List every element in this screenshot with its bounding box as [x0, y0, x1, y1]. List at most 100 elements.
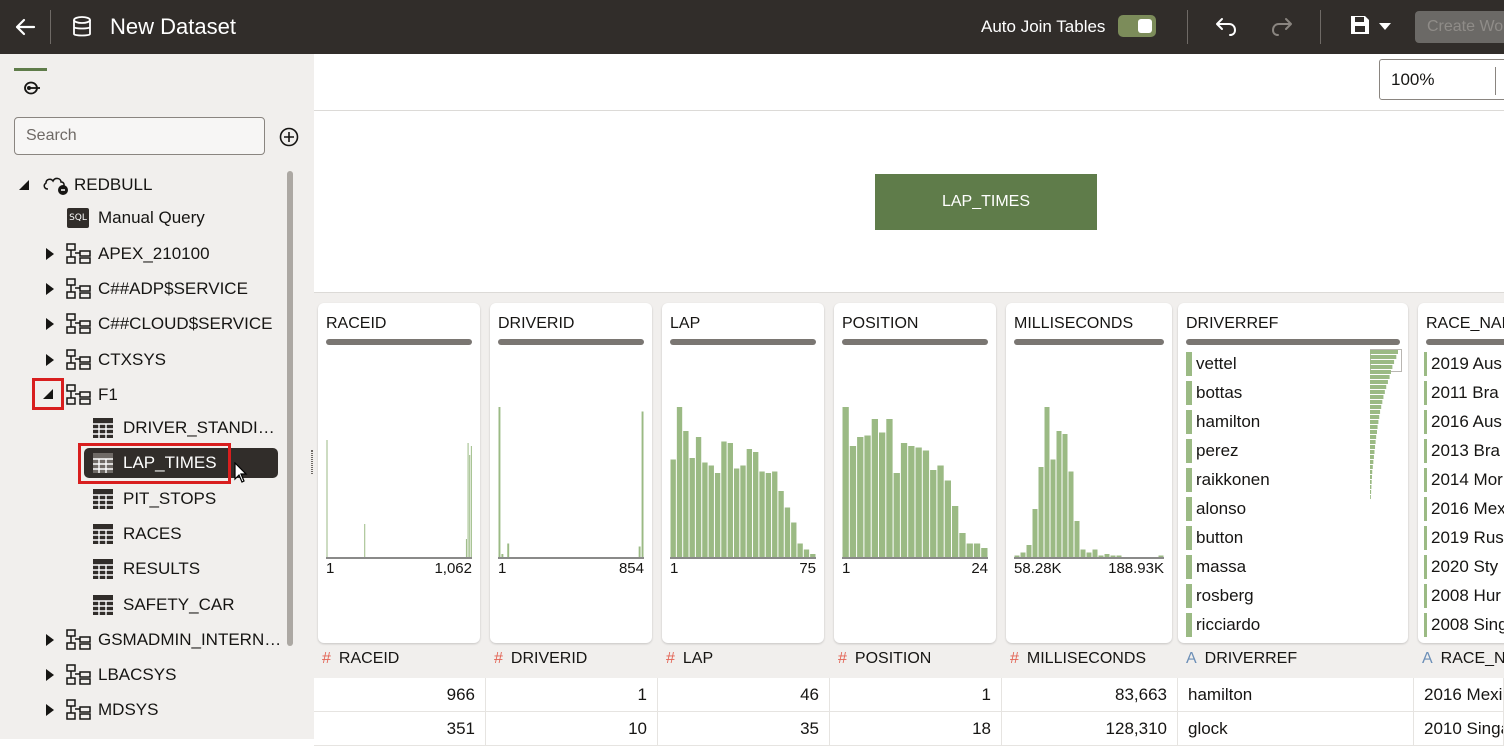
histogram-bar: [959, 533, 966, 557]
column-profile-position[interactable]: POSITION 1 24: [834, 303, 996, 643]
column-profile-milliseconds[interactable]: MILLISECONDS 58.28K 188.93K: [1006, 303, 1172, 643]
column-header-position[interactable]: # POSITION: [830, 641, 1002, 677]
value-list-item[interactable]: massa: [1186, 554, 1246, 580]
table-row[interactable]: 966 1 46 1 83,663 hamilton 2016 Mexi: [314, 678, 1504, 712]
tree-item-table[interactable]: RESULTS: [123, 554, 200, 584]
column-profile-race-name[interactable]: RACE_NAM 2019 Aus 2011 Bra 2016 Aus 2013 Bra…: [1418, 303, 1504, 643]
column-header-lap[interactable]: # LAP: [658, 641, 830, 677]
tree-item-table[interactable]: PIT_STOPS: [123, 484, 216, 514]
panel-splitter[interactable]: [311, 450, 313, 474]
column-header-race-name[interactable]: A RACE_N: [1414, 641, 1504, 677]
value-list-item[interactable]: ricciardo: [1186, 612, 1260, 638]
expand-triangle-icon[interactable]: [43, 247, 57, 261]
table-cell-driverid[interactable]: 1: [486, 678, 658, 712]
table-cell-position[interactable]: 18: [830, 712, 1002, 746]
value-list-item[interactable]: alonso: [1186, 496, 1246, 522]
column-header-driverref[interactable]: A DRIVERREF: [1178, 641, 1414, 677]
table-cell-raceid[interactable]: 966: [314, 678, 486, 712]
create-workbook-button[interactable]: Create Wo: [1415, 11, 1504, 43]
histogram-bar: [1098, 555, 1104, 557]
value-list-item[interactable]: 2008 Sing: [1424, 612, 1504, 638]
value-list-item[interactable]: 2013 Bra: [1424, 438, 1500, 464]
column-profile-raceid[interactable]: RACEID 1 1,062: [318, 303, 480, 643]
histogram-bar: [469, 455, 471, 557]
expand-triangle-icon[interactable]: [43, 633, 57, 647]
histogram-bar: [922, 450, 930, 557]
value-list-item[interactable]: 2008 Hur: [1424, 583, 1501, 609]
redo-icon[interactable]: [1270, 15, 1294, 37]
tree-item-manual-query[interactable]: Manual Query: [98, 203, 205, 233]
value-list-item[interactable]: 2019 Rus: [1424, 525, 1504, 551]
value-list-item[interactable]: raikkonen: [1186, 467, 1270, 493]
frequency-marker: [1186, 497, 1192, 521]
tree-item-table[interactable]: SAFETY_CAR: [123, 590, 234, 620]
expand-triangle-icon[interactable]: [43, 282, 57, 296]
chevron-down-icon[interactable]: [1378, 22, 1392, 32]
value-list-item[interactable]: 2019 Aus: [1424, 351, 1502, 377]
expand-triangle-icon[interactable]: [43, 703, 57, 717]
table-cell-driverid[interactable]: 10: [486, 712, 658, 746]
add-icon[interactable]: [279, 127, 299, 147]
table-cell-position[interactable]: 1: [830, 678, 1002, 712]
table-node-lap-times[interactable]: LAP_TIMES: [875, 174, 1097, 230]
histogram-bar: [670, 459, 676, 557]
tree-scrollbar[interactable]: [287, 171, 293, 646]
column-name: RACE_NAM: [1426, 315, 1504, 332]
table-cell-race-name[interactable]: 2010 Singa: [1414, 712, 1504, 746]
value-list-item[interactable]: 2014 Mor: [1424, 467, 1503, 493]
tree-item-schema[interactable]: C##CLOUD$SERVICE: [98, 309, 272, 339]
frequency-marker: [1424, 439, 1427, 463]
tree-item-schema[interactable]: MDSYS: [98, 695, 158, 725]
column-header-milliseconds[interactable]: # MILLISECONDS: [1002, 641, 1174, 677]
zoom-input[interactable]: 100%: [1379, 59, 1504, 100]
connections-tab-icon[interactable]: [22, 80, 42, 96]
value-list-item[interactable]: perez: [1186, 438, 1239, 464]
search-input[interactable]: Search: [14, 117, 265, 155]
value-list-item[interactable]: rosberg: [1186, 583, 1254, 609]
value-list-item[interactable]: bottas: [1186, 380, 1242, 406]
value-list-item[interactable]: 2016 Aus: [1424, 409, 1502, 435]
column-profile-driverid[interactable]: DRIVERID 1 854: [490, 303, 652, 643]
histogram-bar: [857, 437, 864, 557]
tree-item-connection[interactable]: REDBULL: [74, 170, 152, 200]
save-icon[interactable]: [1349, 14, 1371, 36]
table-cell-lap[interactable]: 35: [658, 712, 830, 746]
tree-item-table[interactable]: RACES: [123, 519, 182, 549]
auto-join-toggle[interactable]: [1118, 15, 1156, 37]
collapse-triangle-icon[interactable]: [41, 387, 55, 401]
expand-triangle-icon[interactable]: [43, 668, 57, 682]
tree-item-schema[interactable]: C##ADP$SERVICE: [98, 274, 248, 304]
tree-item-schema[interactable]: LBACSYS: [98, 660, 176, 690]
table-cell-race-name[interactable]: 2016 Mexi: [1414, 678, 1504, 712]
tree-item-label: REDBULL: [74, 175, 153, 194]
value-list-item[interactable]: hamilton: [1186, 409, 1260, 435]
value-list-item[interactable]: vettel: [1186, 351, 1237, 377]
collapse-triangle-icon[interactable]: [17, 178, 31, 192]
column-profile-lap[interactable]: LAP 1 75: [662, 303, 824, 643]
column-header-raceid[interactable]: # RACEID: [314, 641, 486, 677]
table-cell-driverref[interactable]: glock: [1178, 712, 1414, 746]
table-cell-milliseconds[interactable]: 83,663: [1002, 678, 1178, 712]
back-button[interactable]: [0, 0, 50, 54]
table-cell-lap[interactable]: 46: [658, 678, 830, 712]
tree-item-schema[interactable]: APEX_210100: [98, 239, 210, 269]
tree-item-schema[interactable]: F1: [98, 380, 118, 410]
table-cell-driverref[interactable]: hamilton: [1178, 678, 1414, 712]
value-list-item[interactable]: 2016 Mex: [1424, 496, 1504, 522]
tree-item-table[interactable]: LAP_TIMES: [123, 448, 217, 478]
expand-triangle-icon[interactable]: [43, 353, 57, 367]
expand-triangle-icon[interactable]: [43, 317, 57, 331]
value-list-item[interactable]: 2011 Bra: [1424, 380, 1499, 406]
table-cell-milliseconds[interactable]: 128,310: [1002, 712, 1178, 746]
value-list-item[interactable]: 2020 Sty: [1424, 554, 1498, 580]
tree-item-schema[interactable]: CTXSYS: [98, 345, 166, 375]
table-cell-raceid[interactable]: 351: [314, 712, 486, 746]
undo-icon[interactable]: [1214, 15, 1238, 37]
tree-item-schema[interactable]: GSMADMIN_INTERN…: [98, 625, 281, 655]
tree-item-table[interactable]: DRIVER_STANDI…: [123, 413, 275, 443]
column-profile-driverref[interactable]: DRIVERREF vettel bottas hamilton perez raikko…: [1178, 303, 1408, 643]
column-header-driverid[interactable]: # DRIVERID: [486, 641, 658, 677]
table-row[interactable]: 351 10 35 18 128,310 glock 2010 Singa: [314, 712, 1504, 746]
value-list-item[interactable]: button: [1186, 525, 1243, 551]
mouse-cursor-icon: [234, 462, 248, 483]
